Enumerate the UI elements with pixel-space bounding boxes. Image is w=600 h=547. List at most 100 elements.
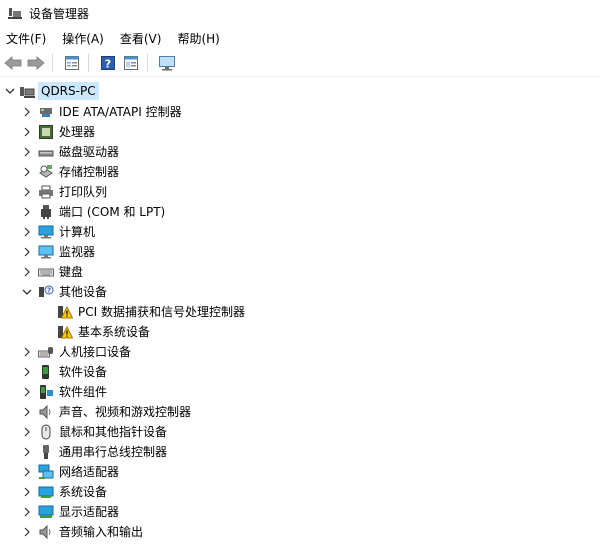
keyboard-icon	[38, 264, 54, 280]
computer-icon	[38, 224, 54, 240]
tree-item-label: 声音、视频和游戏控制器	[59, 405, 192, 419]
chevron-right-icon[interactable]	[22, 447, 32, 457]
tree-item-computer[interactable]: 计算机	[0, 222, 600, 242]
port-icon	[38, 204, 54, 220]
software-device-icon	[38, 364, 54, 380]
toolbar-separator	[88, 54, 89, 72]
software-component-icon	[38, 384, 54, 400]
toolbar-separator	[52, 54, 53, 72]
tree-item-storage[interactable]: 存储控制器	[0, 162, 600, 182]
warning-device-icon	[57, 304, 74, 320]
tree-item-print-queue[interactable]: 打印队列	[0, 182, 600, 202]
chevron-right-icon[interactable]	[22, 187, 32, 197]
tree-root-label: QDRS-PC	[38, 82, 99, 100]
tree-item-display-adapters[interactable]: 显示适配器	[0, 502, 600, 522]
tree-item-usb[interactable]: 通用串行总线控制器	[0, 442, 600, 462]
chevron-right-icon[interactable]	[22, 427, 32, 437]
tree-item-network[interactable]: 网络适配器	[0, 462, 600, 482]
tree-item-label: 处理器	[59, 125, 96, 139]
tree-item-label: 人机接口设备	[59, 345, 132, 359]
tree-child-pci-controller[interactable]: PCI 数据捕获和信号处理控制器	[0, 302, 600, 322]
chevron-right-icon[interactable]	[22, 467, 32, 477]
tree-item-label: 通用串行总线控制器	[59, 445, 168, 459]
ide-controller-icon	[38, 104, 54, 120]
chevron-right-icon[interactable]	[22, 227, 32, 237]
chevron-right-icon[interactable]	[22, 247, 32, 257]
chevron-right-icon[interactable]	[22, 347, 32, 357]
network-adapter-icon	[38, 464, 54, 480]
tree-item-audio-io[interactable]: 音频输入和输出	[0, 522, 600, 542]
back-arrow-icon[interactable]	[3, 53, 23, 73]
tree-item-label: 软件设备	[59, 365, 108, 379]
chevron-right-icon[interactable]	[22, 487, 32, 497]
chevron-right-icon[interactable]	[22, 267, 32, 277]
device-manager-icon	[7, 5, 23, 21]
svg-text:?: ?	[105, 58, 111, 71]
tree-item-software-devices[interactable]: 软件设备	[0, 362, 600, 382]
tree-item-other-devices[interactable]: ? 其他设备	[0, 282, 600, 302]
chevron-down-icon[interactable]	[5, 86, 15, 96]
tree-item-ide[interactable]: IDE ATA/ATAPI 控制器	[0, 102, 600, 122]
tree-item-label: 系统设备	[59, 485, 108, 499]
tree-item-label: IDE ATA/ATAPI 控制器	[59, 105, 182, 119]
computer-tree-icon	[19, 83, 35, 99]
tree-root[interactable]: QDRS-PC	[0, 80, 600, 102]
menu-bar: 文件(F) 操作(A) 查看(V) 帮助(H)	[0, 28, 600, 50]
chevron-right-icon[interactable]	[22, 147, 32, 157]
monitor-icon	[38, 244, 54, 260]
chevron-right-icon[interactable]	[22, 127, 32, 137]
chevron-right-icon[interactable]	[22, 167, 32, 177]
display-adapter-icon	[38, 504, 54, 520]
chevron-right-icon[interactable]	[22, 387, 32, 397]
tree-item-keyboard[interactable]: 键盘	[0, 262, 600, 282]
disk-drive-icon	[38, 144, 54, 160]
tree-item-label: 键盘	[59, 265, 84, 279]
forward-arrow-icon[interactable]	[26, 53, 46, 73]
chevron-right-icon[interactable]	[22, 527, 32, 537]
tree-item-system-devices[interactable]: 系统设备	[0, 482, 600, 502]
tree-item-label: 计算机	[59, 225, 96, 239]
menu-help[interactable]: 帮助(H)	[169, 28, 227, 50]
tree-item-label: 音频输入和输出	[59, 525, 144, 539]
tree-child-base-system-device[interactable]: 基本系统设备	[0, 322, 600, 342]
chevron-right-icon[interactable]	[22, 407, 32, 417]
tree-item-label: 鼠标和其他指针设备	[59, 425, 168, 439]
unknown-device-icon: ?	[38, 284, 54, 300]
toolbar-separator	[147, 54, 148, 72]
chevron-down-icon[interactable]	[22, 287, 32, 297]
properties-icon[interactable]	[62, 53, 82, 73]
mouse-icon	[38, 424, 54, 440]
tree-item-label: 打印队列	[59, 185, 108, 199]
tree-item-sound[interactable]: 声音、视频和游戏控制器	[0, 402, 600, 422]
tree-item-software-components[interactable]: 软件组件	[0, 382, 600, 402]
tree-item-hid[interactable]: 人机接口设备	[0, 342, 600, 362]
hid-icon	[38, 344, 54, 360]
tree-item-monitor[interactable]: 监视器	[0, 242, 600, 262]
svg-text:?: ?	[47, 287, 51, 295]
storage-controller-icon	[38, 164, 54, 180]
tree-item-disk[interactable]: 磁盘驱动器	[0, 142, 600, 162]
chevron-right-icon[interactable]	[22, 507, 32, 517]
menu-file[interactable]: 文件(F)	[0, 28, 54, 50]
processor-icon	[38, 124, 54, 140]
tree-item-label: 软件组件	[59, 385, 108, 399]
view-icon[interactable]	[121, 53, 141, 73]
tree-item-ports[interactable]: 端口 (COM 和 LPT)	[0, 202, 600, 222]
chevron-right-icon[interactable]	[22, 367, 32, 377]
chevron-right-icon[interactable]	[22, 107, 32, 117]
chevron-right-icon[interactable]	[22, 207, 32, 217]
tree-item-mouse[interactable]: 鼠标和其他指针设备	[0, 422, 600, 442]
monitor-scan-icon[interactable]	[157, 53, 177, 73]
menu-view[interactable]: 查看(V)	[112, 28, 170, 50]
tree-item-processor[interactable]: 处理器	[0, 122, 600, 142]
warning-device-icon	[57, 324, 74, 340]
printer-icon	[38, 184, 54, 200]
menu-action[interactable]: 操作(A)	[54, 28, 112, 50]
audio-io-icon	[38, 524, 54, 540]
tree-item-label: 磁盘驱动器	[59, 145, 120, 159]
toolbar: ?	[0, 50, 600, 77]
help-icon[interactable]: ?	[98, 53, 118, 73]
system-device-icon	[38, 484, 54, 500]
usb-icon	[38, 444, 54, 460]
tree-item-label: 端口 (COM 和 LPT)	[59, 205, 166, 219]
